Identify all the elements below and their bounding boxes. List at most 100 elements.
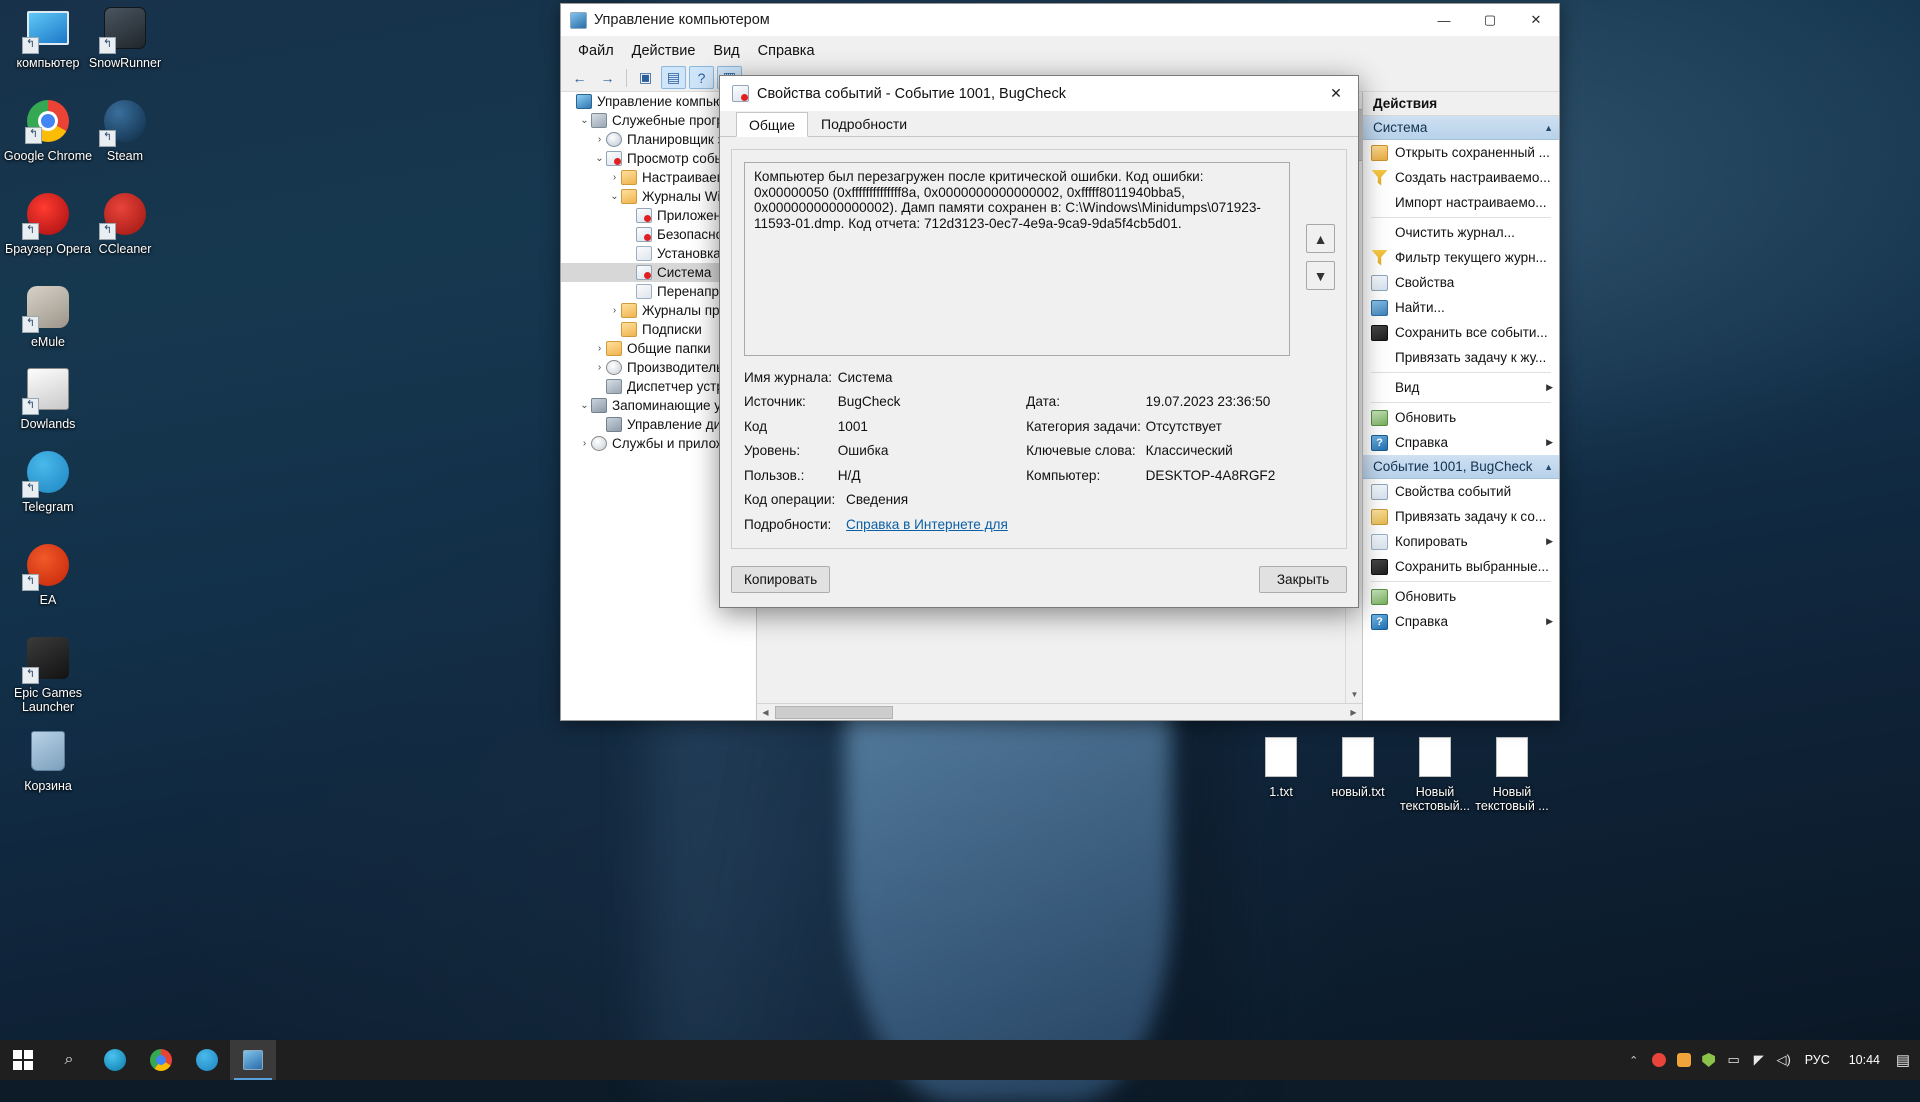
- action-item-0-3[interactable]: Очистить журнал...: [1363, 220, 1559, 245]
- desktop-icon-telegram[interactable]: Telegram: [0, 448, 96, 514]
- language-indicator[interactable]: РУС: [1798, 1053, 1837, 1067]
- plain-log-icon: [636, 246, 652, 261]
- show-hide-tree-icon[interactable]: ▤: [661, 66, 686, 89]
- tab-details[interactable]: Подробности: [808, 111, 920, 136]
- desktop-icon-dowlands[interactable]: Dowlands: [0, 365, 96, 431]
- scroll-right-icon[interactable]: ▶: [1345, 704, 1362, 721]
- volume-tray-icon[interactable]: ◁): [1773, 1049, 1795, 1071]
- battery-tray-icon[interactable]: ▭: [1723, 1049, 1745, 1071]
- field-label: Уровень:: [744, 443, 801, 459]
- action-item-0-10[interactable]: Обновить: [1363, 405, 1559, 430]
- desktop-icon-ea[interactable]: EA: [0, 541, 96, 607]
- chevron-right-icon[interactable]: ›: [608, 172, 621, 183]
- chevron-down-icon[interactable]: ⌄: [578, 400, 591, 411]
- action-item-1-2[interactable]: Копировать ▶: [1363, 529, 1559, 554]
- chrome-taskbar-button[interactable]: [138, 1040, 184, 1080]
- desktop-icon-epic-games-launcher[interactable]: Epic Games Launcher: [0, 634, 96, 714]
- action-item-1-0[interactable]: Свойства событий: [1363, 479, 1559, 504]
- telegram-taskbar-button[interactable]: [184, 1040, 230, 1080]
- opera-tray-icon[interactable]: [1648, 1049, 1670, 1071]
- action-item-1-1[interactable]: Привязать задачу к со...: [1363, 504, 1559, 529]
- chevron-right-icon[interactable]: ›: [593, 362, 606, 373]
- network-tray-icon[interactable]: ◤: [1748, 1049, 1770, 1071]
- edge-taskbar-button[interactable]: [92, 1040, 138, 1080]
- field-value-2: DESKTOP-4A8RGF2: [1145, 467, 1276, 483]
- back-icon[interactable]: ←: [567, 66, 592, 89]
- up-folder-icon[interactable]: ▣: [633, 66, 658, 89]
- menu-file[interactable]: Файл: [569, 40, 623, 62]
- maximize-button[interactable]: ▢: [1467, 4, 1513, 37]
- forward-icon[interactable]: →: [595, 66, 620, 89]
- clock[interactable]: 10:44: [1840, 1053, 1889, 1068]
- actions-group-header-0[interactable]: Система ▲: [1363, 116, 1559, 140]
- close-dialog-button[interactable]: Закрыть: [1259, 566, 1347, 593]
- desktop-file-4[interactable]: Новый текстовый ...: [1464, 733, 1560, 813]
- search-taskbar-button[interactable]: ⌕: [46, 1040, 92, 1080]
- action-item-1-3[interactable]: Сохранить выбранные...: [1363, 554, 1559, 579]
- copy-icon: [1371, 533, 1388, 550]
- dialog-close-button[interactable]: ✕: [1314, 76, 1358, 111]
- chevron-right-icon[interactable]: ›: [593, 343, 606, 354]
- attach-task-icon: [1371, 508, 1388, 525]
- desktop-icon-steam[interactable]: Steam: [77, 97, 173, 163]
- action-item-label: Очистить журнал...: [1395, 225, 1515, 240]
- previous-event-button[interactable]: ▲: [1306, 224, 1335, 253]
- list-horizontal-scrollbar[interactable]: ◀ ▶: [757, 703, 1362, 720]
- menu-action[interactable]: Действие: [623, 40, 705, 62]
- desktop-icon-emule[interactable]: eMule: [0, 283, 96, 349]
- window-titlebar[interactable]: Управление компьютером — ▢ ✕: [561, 4, 1559, 37]
- create-custom-view-icon: [1371, 169, 1388, 186]
- action-item-0-7[interactable]: Сохранить все событи...: [1363, 320, 1559, 345]
- action-item-0-8[interactable]: Привязать задачу к жу...: [1363, 345, 1559, 370]
- menu-view[interactable]: Вид: [704, 40, 748, 62]
- desktop-icon-ccleaner[interactable]: CCleaner: [77, 190, 173, 256]
- action-item-0-11[interactable]: ? Справка ▶: [1363, 430, 1559, 455]
- desktop-icon-snowrunner[interactable]: SnowRunner: [77, 4, 173, 70]
- chevron-up-icon[interactable]: ▲: [1544, 462, 1553, 472]
- action-item-label: Обновить: [1395, 589, 1457, 604]
- chevron-up-icon[interactable]: ▲: [1544, 123, 1553, 133]
- actions-group-header-1[interactable]: Событие 1001, BugCheck ▲: [1363, 455, 1559, 479]
- action-icon-placeholder: [1371, 350, 1388, 366]
- menu-help[interactable]: Справка: [749, 40, 824, 62]
- scroll-left-icon[interactable]: ◀: [757, 704, 774, 721]
- chevron-right-icon[interactable]: ›: [578, 438, 591, 449]
- action-item-0-1[interactable]: Создать настраиваемо...: [1363, 165, 1559, 190]
- next-event-button[interactable]: ▼: [1306, 261, 1335, 290]
- filter-icon: [1371, 249, 1388, 266]
- scroll-down-icon[interactable]: ▼: [1346, 686, 1362, 703]
- action-item-0-5[interactable]: Свойства: [1363, 270, 1559, 295]
- notifications-icon[interactable]: ▤: [1892, 1049, 1914, 1071]
- action-item-1-4[interactable]: Обновить: [1363, 584, 1559, 609]
- scroll-thumb[interactable]: [775, 705, 893, 719]
- action-item-0-0[interactable]: Открыть сохраненный ...: [1363, 140, 1559, 165]
- event-message-text[interactable]: Компьютер был перезагружен после критиче…: [744, 162, 1290, 356]
- computer-management-taskbar-button[interactable]: [230, 1040, 276, 1080]
- copy-button[interactable]: Копировать: [731, 566, 831, 593]
- desktop-icon-recycle-bin[interactable]: Корзина: [0, 727, 96, 793]
- desktop-icon-label: SnowRunner: [88, 56, 162, 70]
- field-value: Ошибка: [837, 443, 889, 459]
- chevron-right-icon[interactable]: ›: [593, 134, 606, 145]
- dialog-tabstrip: Общие Подробности: [720, 111, 1358, 137]
- action-item-0-6[interactable]: Найти...: [1363, 295, 1559, 320]
- start-button[interactable]: [0, 1040, 46, 1080]
- chevron-down-icon[interactable]: ⌄: [608, 191, 621, 202]
- chevron-right-icon[interactable]: ›: [608, 305, 621, 316]
- chevron-down-icon[interactable]: ⌄: [578, 115, 591, 126]
- help-icon[interactable]: ?: [689, 66, 714, 89]
- online-help-link[interactable]: Справка в Интернете для: [846, 517, 1051, 532]
- action-item-0-2[interactable]: Импорт настраиваемо...: [1363, 190, 1559, 215]
- chevron-up-icon[interactable]: ⌃: [1623, 1049, 1645, 1071]
- updates-tray-icon[interactable]: [1673, 1049, 1695, 1071]
- dialog-titlebar[interactable]: Свойства событий - Событие 1001, BugChec…: [720, 76, 1358, 111]
- shield-tray-icon[interactable]: [1698, 1049, 1720, 1071]
- tab-general[interactable]: Общие: [736, 112, 809, 137]
- action-item-0-9[interactable]: Вид ▶: [1363, 375, 1559, 400]
- refresh-icon: [1371, 588, 1388, 605]
- close-button[interactable]: ✕: [1513, 4, 1559, 37]
- chevron-down-icon[interactable]: ⌄: [593, 153, 606, 164]
- action-item-1-5[interactable]: ? Справка ▶: [1363, 609, 1559, 634]
- minimize-button[interactable]: —: [1421, 4, 1467, 37]
- action-item-0-4[interactable]: Фильтр текущего журн...: [1363, 245, 1559, 270]
